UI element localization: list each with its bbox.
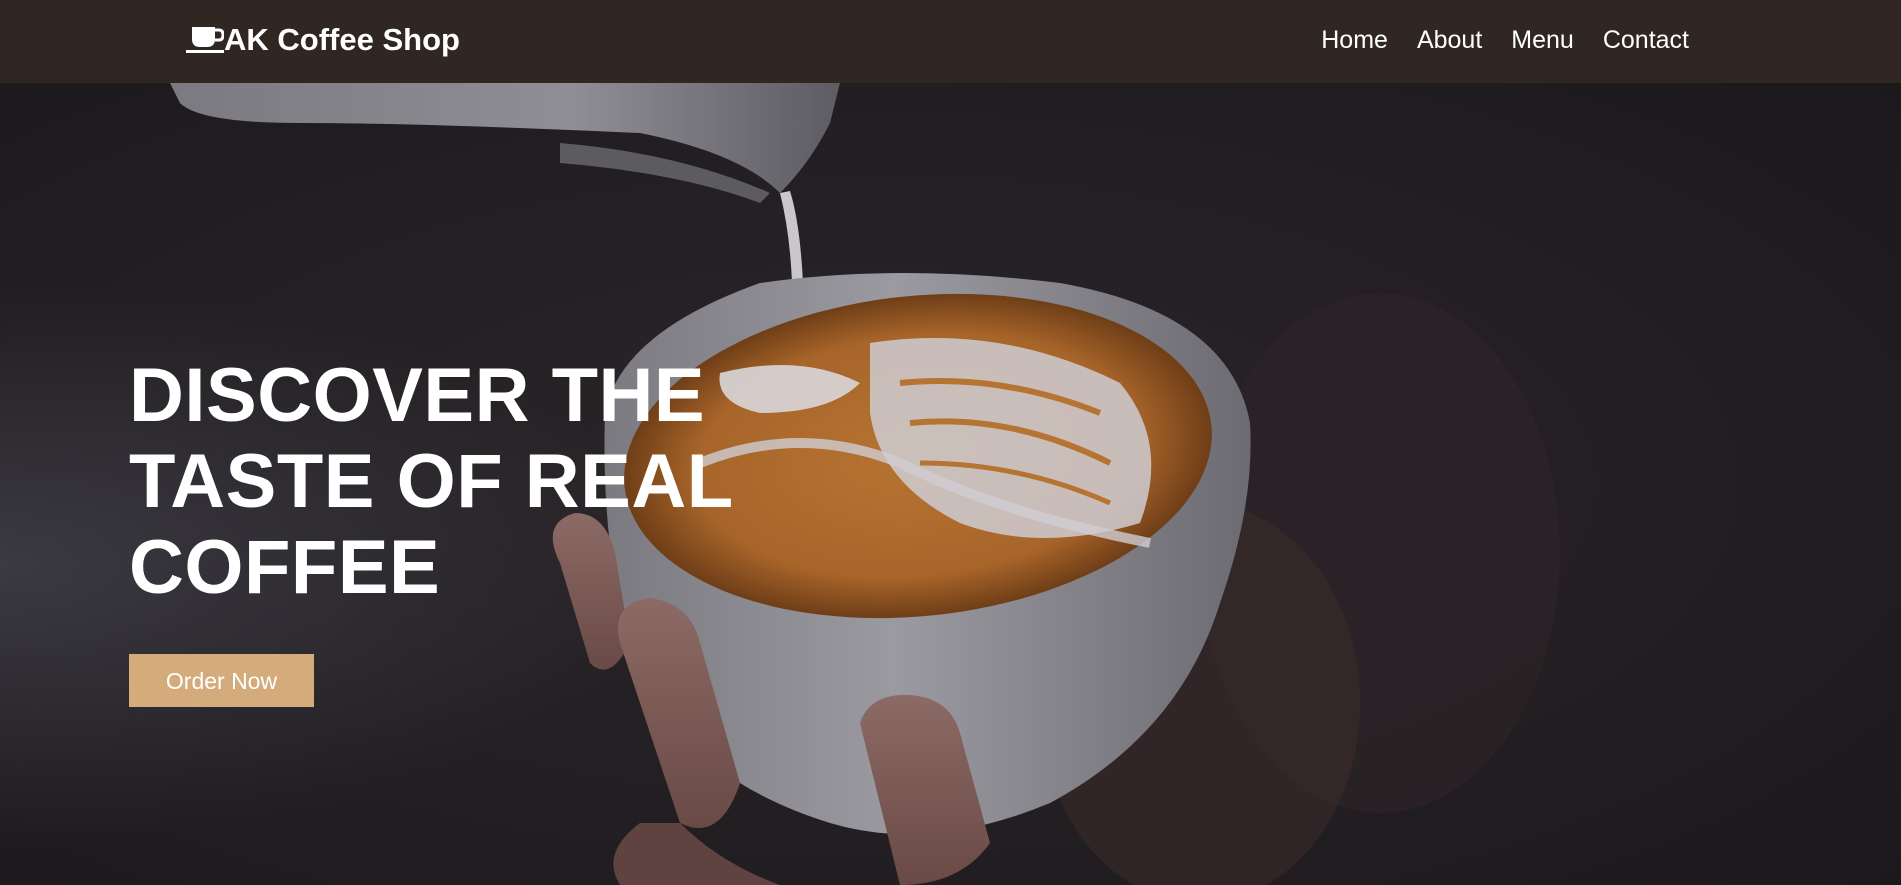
hero-section: DISCOVER THE TASTE OF REAL COFFEE Order … (0, 83, 1901, 885)
nav-link-menu[interactable]: Menu (1511, 22, 1574, 58)
nav-link-about[interactable]: About (1417, 22, 1482, 58)
brand-name: AK Coffee Shop (224, 22, 460, 57)
coffee-cup-icon (186, 25, 225, 55)
hero-content: DISCOVER THE TASTE OF REAL COFFEE Order … (129, 353, 829, 707)
main-nav: Home About Menu Contact (1321, 22, 1689, 58)
nav-link-home[interactable]: Home (1321, 22, 1388, 58)
hero-title: DISCOVER THE TASTE OF REAL COFFEE (129, 353, 733, 610)
navbar: AK Coffee Shop Home About Menu Contact (0, 0, 1901, 83)
order-now-button[interactable]: Order Now (129, 654, 314, 707)
brand-logo-link[interactable]: AK Coffee Shop (186, 18, 460, 62)
nav-link-contact[interactable]: Contact (1603, 22, 1689, 58)
